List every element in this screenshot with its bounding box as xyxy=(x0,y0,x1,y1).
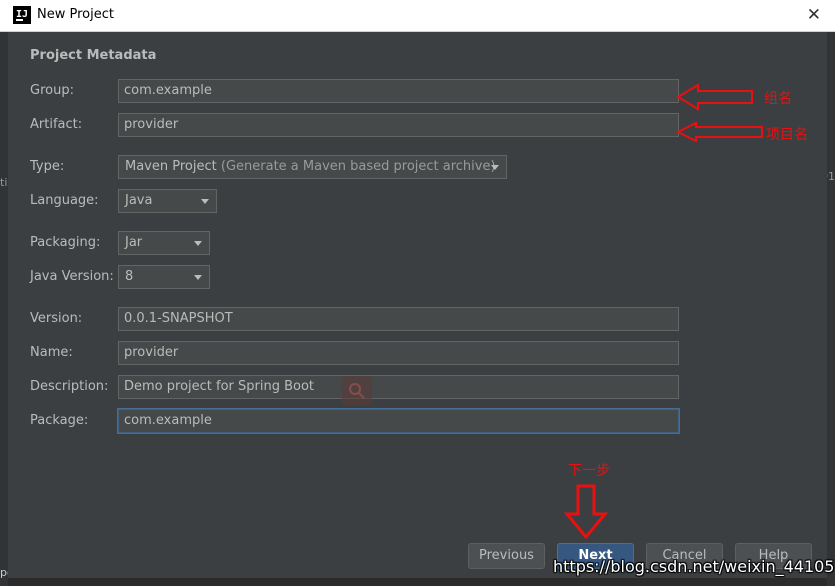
watermark: https://blog.csdn.net/weixin_44105752 xyxy=(553,557,835,576)
group-label: Group: xyxy=(30,83,74,98)
packaging-label: Packaging: xyxy=(30,235,101,250)
chevron-down-icon xyxy=(194,241,202,246)
description-label: Description: xyxy=(30,379,109,394)
close-icon[interactable]: ✕ xyxy=(807,5,821,25)
packaging-value: Jar xyxy=(125,235,143,250)
arrow-annotation-artifact xyxy=(676,121,763,143)
language-label: Language: xyxy=(30,193,99,208)
artifact-label: Artifact: xyxy=(30,117,83,132)
next-annotation: 下一步 xyxy=(568,463,610,479)
package-label: Package: xyxy=(30,413,89,428)
intellij-icon: IJ xyxy=(13,6,31,24)
backdrop-left-edge xyxy=(0,32,8,586)
window-title: New Project xyxy=(37,7,114,22)
name-label: Name: xyxy=(30,345,73,360)
language-select[interactable]: Java xyxy=(118,189,217,213)
type-value: Maven Project xyxy=(125,159,217,174)
group-field[interactable]: com.example xyxy=(118,79,679,103)
backdrop-right-edge xyxy=(827,32,835,586)
arrow-annotation-group xyxy=(676,83,753,111)
group-annotation: 组名 xyxy=(764,91,792,107)
window-titlebar: IJ New Project ✕ xyxy=(0,0,835,32)
description-field[interactable]: Demo project for Spring Boot xyxy=(118,375,679,399)
new-project-dialog: Project Metadata Group: com.example Arti… xyxy=(8,32,827,578)
artifact-field[interactable]: provider xyxy=(118,113,679,137)
version-field[interactable]: 0.0.1-SNAPSHOT xyxy=(118,307,679,331)
chevron-down-icon xyxy=(201,199,209,204)
package-field[interactable]: com.example xyxy=(118,409,679,433)
java-version-select[interactable]: 8 xyxy=(118,265,210,289)
artifact-annotation: 项目名 xyxy=(766,127,808,143)
java-version-label: Java Version: xyxy=(30,269,114,284)
search-icon xyxy=(342,376,372,406)
chevron-down-icon xyxy=(491,165,499,170)
chevron-down-icon xyxy=(194,275,202,280)
type-label: Type: xyxy=(30,159,65,174)
type-select[interactable]: Maven Project (Generate a Maven based pr… xyxy=(118,155,507,179)
section-title: Project Metadata xyxy=(30,48,157,63)
arrow-annotation-next xyxy=(564,484,608,540)
packaging-select[interactable]: Jar xyxy=(118,231,210,255)
version-label: Version: xyxy=(30,311,83,326)
previous-button[interactable]: Previous xyxy=(468,543,545,569)
backdrop-left-text: ti xyxy=(0,176,8,189)
name-field[interactable]: provider xyxy=(118,341,679,365)
java-version-value: 8 xyxy=(125,269,134,284)
type-hint: (Generate a Maven based project archive) xyxy=(220,159,496,174)
language-value: Java xyxy=(125,193,153,208)
